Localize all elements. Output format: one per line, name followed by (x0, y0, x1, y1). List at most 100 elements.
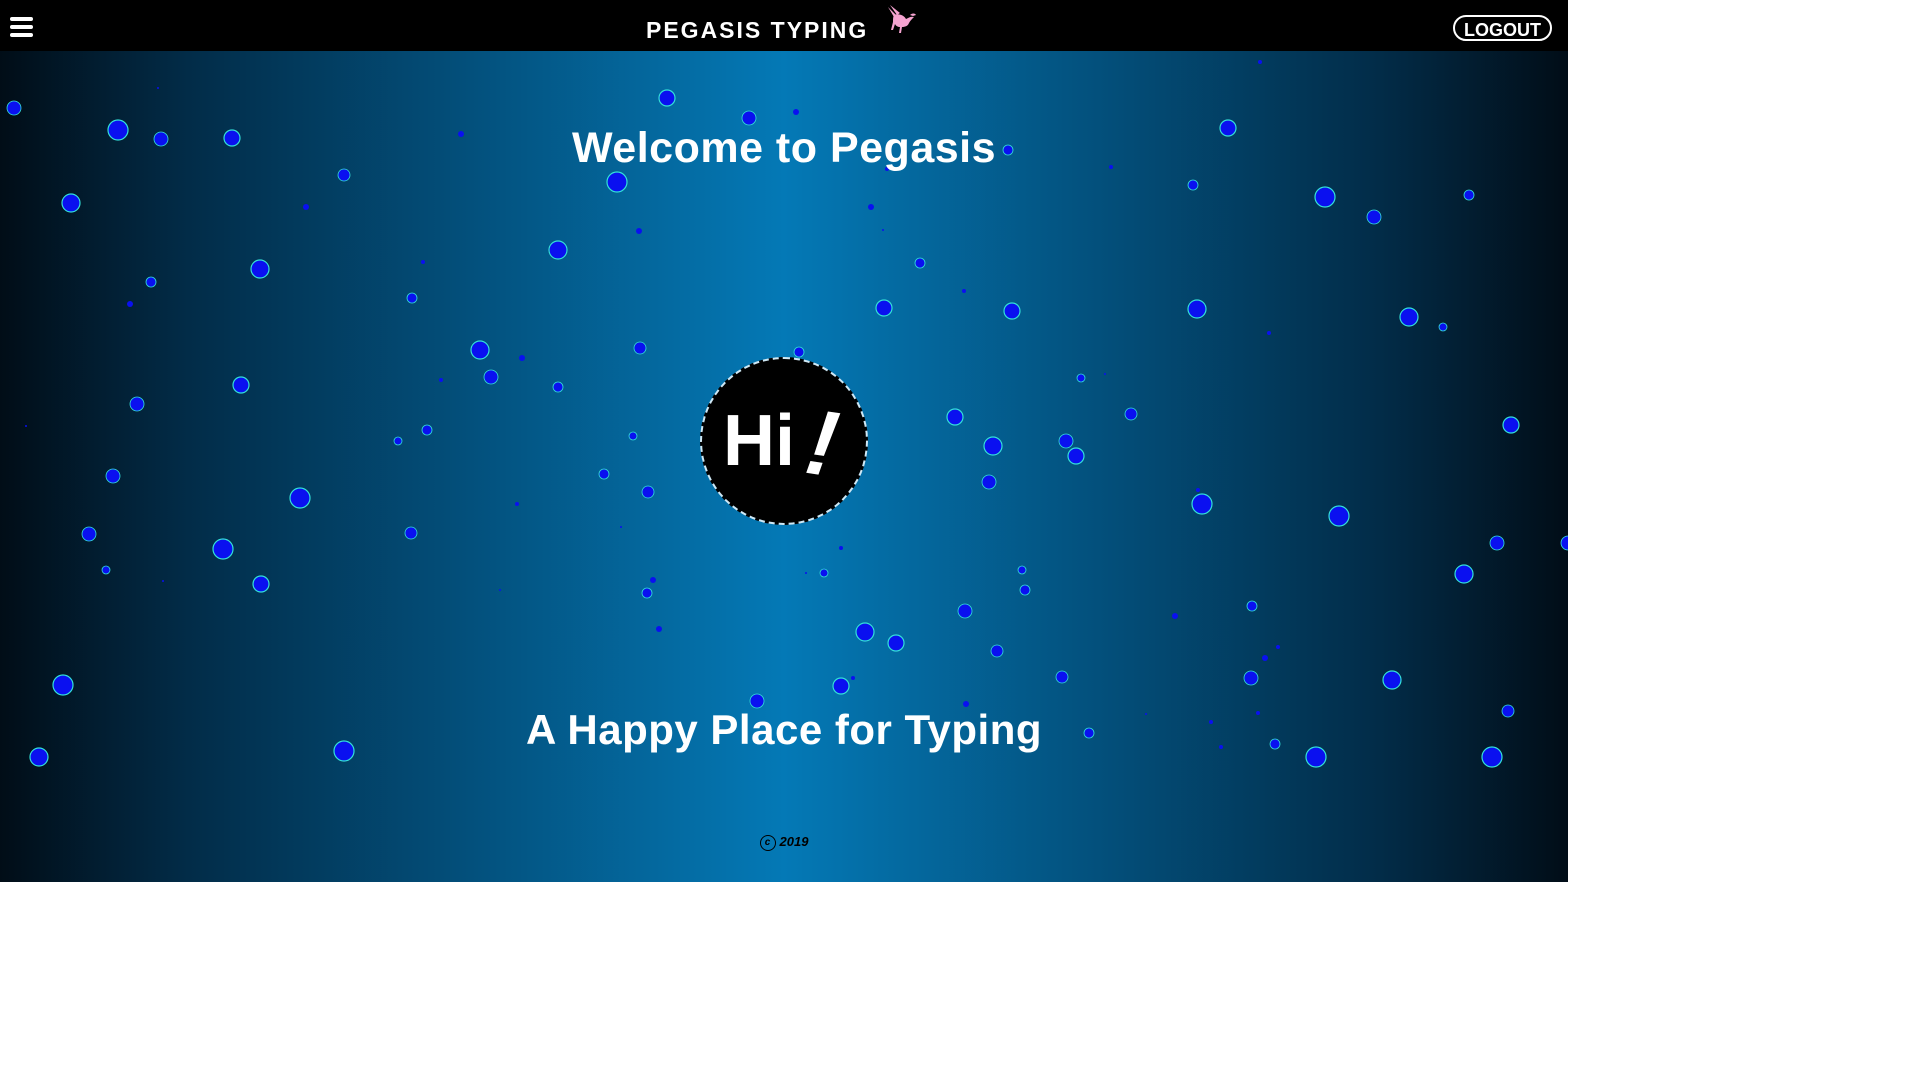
bubble (832, 677, 850, 695)
bubble (1502, 416, 1520, 434)
bubble (1187, 179, 1199, 191)
bubble (470, 340, 490, 360)
bubble (61, 193, 81, 213)
bubble (946, 408, 964, 426)
bubble (1055, 670, 1069, 684)
bubble (212, 538, 234, 560)
bubble (1366, 209, 1382, 225)
bubble (52, 674, 74, 696)
bubble (641, 587, 653, 599)
bubble (650, 577, 656, 583)
bubble (1262, 655, 1268, 661)
bubble (1003, 302, 1021, 320)
bubble (499, 589, 501, 591)
bubble (1382, 670, 1402, 690)
bubble (1196, 488, 1200, 492)
bubble (393, 436, 403, 446)
top-bar: PEGASIS TYPING LOGOUT (0, 0, 1568, 51)
bubble (1019, 584, 1031, 596)
bubble (1058, 433, 1074, 449)
bubble (129, 396, 145, 412)
bubble (519, 355, 525, 361)
copyright-year: 2019 (779, 834, 809, 849)
bubble (633, 341, 647, 355)
hi-badge: Hi ! (700, 357, 868, 525)
bubble (81, 526, 97, 542)
bubble (1314, 186, 1336, 208)
bubble (641, 485, 655, 499)
bubble (1267, 331, 1271, 335)
hamburger-menu-icon[interactable] (10, 17, 33, 37)
bubble (1489, 535, 1505, 551)
bubble (303, 204, 309, 210)
bubble (1246, 600, 1258, 612)
bubble (793, 346, 805, 358)
bubble (793, 109, 799, 115)
page: PEGASIS TYPING LOGOUT Welcome to Pegasis… (0, 0, 1568, 882)
bubble (105, 468, 121, 484)
bubble (25, 425, 27, 427)
bubble (839, 546, 843, 550)
bubble (1560, 535, 1568, 551)
app-title: PEGASIS TYPING (646, 17, 869, 43)
bubble (1067, 447, 1085, 465)
bubble (882, 229, 884, 231)
bubble (406, 292, 418, 304)
bubble (598, 468, 610, 480)
bubble (439, 378, 443, 382)
bubble (232, 376, 250, 394)
bubble (421, 260, 425, 264)
bubble (914, 257, 926, 269)
bubble (552, 381, 564, 393)
logout-button[interactable]: LOGOUT (1453, 15, 1552, 41)
bubble (1276, 645, 1280, 649)
bubble (819, 568, 829, 578)
bubble (404, 526, 418, 540)
bubble (421, 424, 433, 436)
bubble (620, 526, 622, 528)
pegasus-icon (888, 5, 916, 34)
bubble (6, 100, 22, 116)
bubble (656, 626, 662, 632)
exclamation-icon: ! (791, 392, 855, 496)
bubble (981, 474, 997, 490)
bubble (548, 240, 568, 260)
bubble (101, 565, 111, 575)
bubble (1328, 505, 1350, 527)
bubble (741, 110, 757, 126)
bubble (1124, 407, 1138, 421)
bubble (868, 204, 874, 210)
hi-badge-text: Hi (723, 401, 795, 481)
bubble (855, 622, 875, 642)
bubble (628, 431, 638, 441)
bubble (887, 634, 905, 652)
bubble (1438, 322, 1448, 332)
tagline: A Happy Place for Typing (525, 706, 1043, 753)
bubble (1258, 60, 1262, 64)
bubble (289, 487, 311, 509)
bubble (957, 603, 973, 619)
footer: c 2019 (0, 834, 1568, 851)
bubble (250, 259, 270, 279)
bubble (636, 228, 642, 234)
bubble (1463, 189, 1475, 201)
welcome-heading: Welcome to Pegasis (571, 124, 997, 172)
bubble (983, 436, 1003, 456)
bubble (1017, 565, 1027, 575)
bubble (252, 575, 270, 593)
bubble (1454, 564, 1474, 584)
bubble (851, 676, 855, 680)
bubble (1243, 670, 1259, 686)
bubble (1399, 307, 1419, 327)
bubble (606, 171, 628, 193)
bubble (162, 580, 164, 582)
bubble (1187, 299, 1207, 319)
bubble (145, 276, 157, 288)
bubble (1191, 493, 1213, 515)
bubble (962, 289, 966, 293)
bubble (658, 89, 676, 107)
copyright-icon: c (759, 834, 776, 851)
bubble (483, 369, 499, 385)
bubble (1076, 373, 1086, 383)
bubble (875, 299, 893, 317)
